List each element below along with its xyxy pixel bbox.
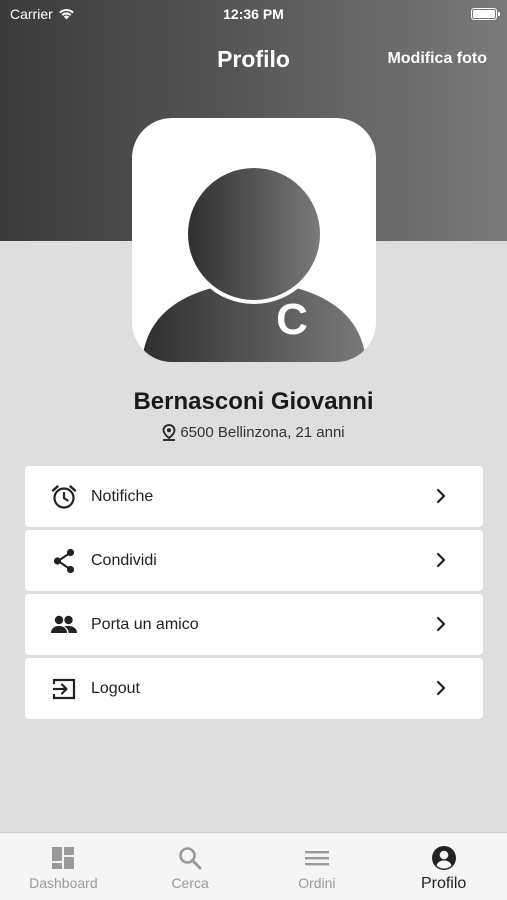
menu-item-condividi[interactable]: Condividi [25, 530, 483, 591]
share-icon [49, 546, 79, 576]
tab-dashboard[interactable]: Dashboard [0, 833, 127, 900]
user-silhouette-icon [142, 164, 366, 362]
user-location-text: 6500 Bellinzona, 21 anni [180, 424, 345, 441]
menu-item-label: Logout [91, 679, 140, 697]
profile-screen: Carrier 12:36 PM Profilo Modifica foto C [0, 0, 507, 900]
user-location: 6500 Bellinzona, 21 anni [0, 424, 507, 441]
tab-label: Ordini [298, 875, 336, 891]
menu-item-porta-un-amico[interactable]: Porta un amico [25, 594, 483, 655]
chevron-right-icon [436, 552, 446, 568]
tab-ordini[interactable]: Ordini [254, 833, 381, 900]
avatar-badge-letter: C [276, 295, 308, 344]
menu-item-logout[interactable]: Logout [25, 658, 483, 719]
tab-label: Dashboard [29, 875, 98, 891]
chevron-right-icon [436, 616, 446, 632]
battery-icon [471, 8, 500, 20]
people-icon [49, 610, 79, 640]
tab-bar: Dashboard Cerca Ordini Profilo [0, 832, 507, 900]
menu-item-label: Porta un amico [91, 615, 199, 633]
status-bar: Carrier 12:36 PM [0, 0, 507, 28]
tab-cerca[interactable]: Cerca [127, 833, 254, 900]
tab-profilo[interactable]: Profilo [380, 833, 507, 900]
user-name: Bernasconi Giovanni [133, 388, 374, 415]
location-pin-icon [162, 424, 176, 441]
menu-item-notifiche[interactable]: Notifiche [25, 466, 483, 527]
chevron-right-icon [436, 488, 446, 504]
edit-photo-button[interactable]: Modifica foto [387, 50, 487, 68]
tab-label: Profilo [420, 875, 467, 892]
avatar[interactable]: C [132, 118, 376, 362]
status-time: 12:36 PM [223, 6, 284, 22]
menu-item-label: Notifiche [91, 487, 154, 505]
logout-icon [49, 674, 79, 704]
menu-item-label: Condividi [91, 551, 157, 569]
search-icon [179, 847, 202, 870]
alarm-clock-icon [49, 482, 79, 512]
tab-label: Cerca [171, 875, 209, 891]
profile-menu: Notifiche Condividi Porta un amico Logou… [25, 466, 483, 722]
chevron-right-icon [436, 680, 446, 696]
dashboard-icon [52, 847, 75, 869]
profile-icon [431, 846, 456, 870]
list-icon [304, 851, 329, 866]
